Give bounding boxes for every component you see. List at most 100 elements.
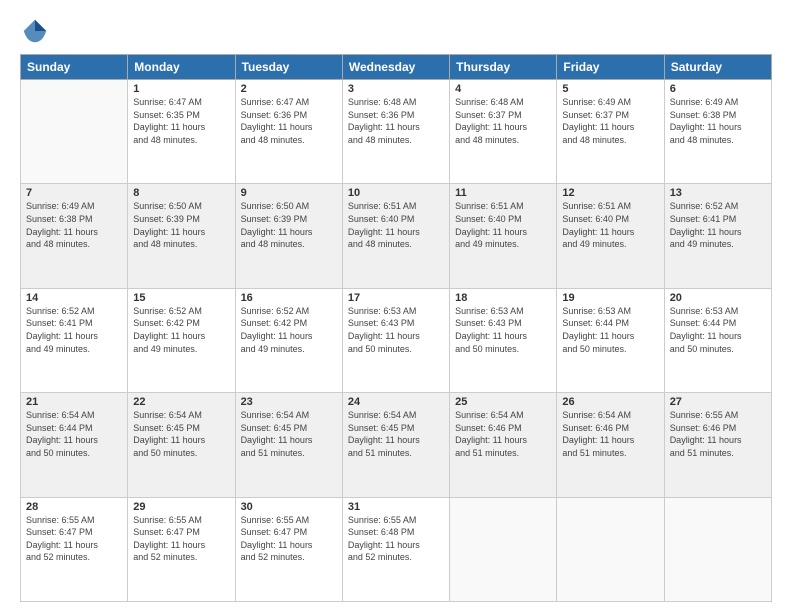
day-number: 28 [26,501,122,513]
calendar-cell: 21Sunrise: 6:54 AMSunset: 6:44 PMDayligh… [21,393,128,497]
calendar-cell: 28Sunrise: 6:55 AMSunset: 6:47 PMDayligh… [21,497,128,601]
day-detail: Sunrise: 6:54 AMSunset: 6:46 PMDaylight:… [562,409,658,459]
day-detail: Sunrise: 6:53 AMSunset: 6:43 PMDaylight:… [348,305,444,355]
day-detail: Sunrise: 6:50 AMSunset: 6:39 PMDaylight:… [241,200,337,250]
day-detail: Sunrise: 6:49 AMSunset: 6:38 PMDaylight:… [26,200,122,250]
calendar-cell: 25Sunrise: 6:54 AMSunset: 6:46 PMDayligh… [450,393,557,497]
day-number: 27 [670,396,766,408]
calendar-cell: 15Sunrise: 6:52 AMSunset: 6:42 PMDayligh… [128,288,235,392]
calendar-cell: 31Sunrise: 6:55 AMSunset: 6:48 PMDayligh… [342,497,449,601]
day-detail: Sunrise: 6:55 AMSunset: 6:46 PMDaylight:… [670,409,766,459]
day-number: 29 [133,501,229,513]
logo-icon [20,16,50,46]
day-detail: Sunrise: 6:51 AMSunset: 6:40 PMDaylight:… [455,200,551,250]
day-number: 5 [562,83,658,95]
day-number: 22 [133,396,229,408]
calendar-cell: 6Sunrise: 6:49 AMSunset: 6:38 PMDaylight… [664,80,771,184]
weekday-header-thursday: Thursday [450,55,557,80]
calendar-row-0: 1Sunrise: 6:47 AMSunset: 6:35 PMDaylight… [21,80,772,184]
calendar-cell: 23Sunrise: 6:54 AMSunset: 6:45 PMDayligh… [235,393,342,497]
day-detail: Sunrise: 6:52 AMSunset: 6:42 PMDaylight:… [241,305,337,355]
day-number: 16 [241,292,337,304]
calendar-cell: 9Sunrise: 6:50 AMSunset: 6:39 PMDaylight… [235,184,342,288]
day-number: 23 [241,396,337,408]
calendar-cell: 20Sunrise: 6:53 AMSunset: 6:44 PMDayligh… [664,288,771,392]
day-number: 10 [348,187,444,199]
calendar-cell: 27Sunrise: 6:55 AMSunset: 6:46 PMDayligh… [664,393,771,497]
day-number: 2 [241,83,337,95]
calendar-cell: 3Sunrise: 6:48 AMSunset: 6:36 PMDaylight… [342,80,449,184]
day-number: 6 [670,83,766,95]
day-number: 21 [26,396,122,408]
day-detail: Sunrise: 6:49 AMSunset: 6:38 PMDaylight:… [670,96,766,146]
day-number: 19 [562,292,658,304]
day-number: 1 [133,83,229,95]
day-number: 25 [455,396,551,408]
day-number: 8 [133,187,229,199]
day-detail: Sunrise: 6:53 AMSunset: 6:43 PMDaylight:… [455,305,551,355]
day-detail: Sunrise: 6:54 AMSunset: 6:45 PMDaylight:… [348,409,444,459]
weekday-header-row: SundayMondayTuesdayWednesdayThursdayFrid… [21,55,772,80]
weekday-header-monday: Monday [128,55,235,80]
day-detail: Sunrise: 6:51 AMSunset: 6:40 PMDaylight:… [348,200,444,250]
calendar-cell: 8Sunrise: 6:50 AMSunset: 6:39 PMDaylight… [128,184,235,288]
calendar-cell [557,497,664,601]
calendar-cell: 30Sunrise: 6:55 AMSunset: 6:47 PMDayligh… [235,497,342,601]
calendar-cell: 18Sunrise: 6:53 AMSunset: 6:43 PMDayligh… [450,288,557,392]
weekday-header-wednesday: Wednesday [342,55,449,80]
calendar-cell: 12Sunrise: 6:51 AMSunset: 6:40 PMDayligh… [557,184,664,288]
day-number: 11 [455,187,551,199]
calendar-cell: 10Sunrise: 6:51 AMSunset: 6:40 PMDayligh… [342,184,449,288]
day-number: 3 [348,83,444,95]
calendar-cell [450,497,557,601]
calendar-cell: 17Sunrise: 6:53 AMSunset: 6:43 PMDayligh… [342,288,449,392]
header [20,16,772,46]
day-number: 17 [348,292,444,304]
day-detail: Sunrise: 6:47 AMSunset: 6:35 PMDaylight:… [133,96,229,146]
day-number: 20 [670,292,766,304]
day-detail: Sunrise: 6:51 AMSunset: 6:40 PMDaylight:… [562,200,658,250]
weekday-header-friday: Friday [557,55,664,80]
day-detail: Sunrise: 6:52 AMSunset: 6:42 PMDaylight:… [133,305,229,355]
calendar-cell: 1Sunrise: 6:47 AMSunset: 6:35 PMDaylight… [128,80,235,184]
day-number: 13 [670,187,766,199]
day-detail: Sunrise: 6:54 AMSunset: 6:45 PMDaylight:… [241,409,337,459]
calendar-row-2: 14Sunrise: 6:52 AMSunset: 6:41 PMDayligh… [21,288,772,392]
day-detail: Sunrise: 6:55 AMSunset: 6:47 PMDaylight:… [133,514,229,564]
day-number: 30 [241,501,337,513]
day-number: 7 [26,187,122,199]
day-number: 24 [348,396,444,408]
day-number: 14 [26,292,122,304]
calendar-cell: 19Sunrise: 6:53 AMSunset: 6:44 PMDayligh… [557,288,664,392]
calendar-cell [664,497,771,601]
calendar-cell: 24Sunrise: 6:54 AMSunset: 6:45 PMDayligh… [342,393,449,497]
page: SundayMondayTuesdayWednesdayThursdayFrid… [0,0,792,612]
calendar-cell: 11Sunrise: 6:51 AMSunset: 6:40 PMDayligh… [450,184,557,288]
day-detail: Sunrise: 6:53 AMSunset: 6:44 PMDaylight:… [670,305,766,355]
day-detail: Sunrise: 6:53 AMSunset: 6:44 PMDaylight:… [562,305,658,355]
day-number: 12 [562,187,658,199]
day-detail: Sunrise: 6:52 AMSunset: 6:41 PMDaylight:… [26,305,122,355]
day-detail: Sunrise: 6:55 AMSunset: 6:47 PMDaylight:… [26,514,122,564]
day-detail: Sunrise: 6:50 AMSunset: 6:39 PMDaylight:… [133,200,229,250]
day-number: 4 [455,83,551,95]
calendar-cell [21,80,128,184]
day-number: 18 [455,292,551,304]
day-number: 15 [133,292,229,304]
day-detail: Sunrise: 6:54 AMSunset: 6:46 PMDaylight:… [455,409,551,459]
calendar-cell: 2Sunrise: 6:47 AMSunset: 6:36 PMDaylight… [235,80,342,184]
calendar-cell: 26Sunrise: 6:54 AMSunset: 6:46 PMDayligh… [557,393,664,497]
calendar-cell: 7Sunrise: 6:49 AMSunset: 6:38 PMDaylight… [21,184,128,288]
day-number: 26 [562,396,658,408]
calendar-cell: 4Sunrise: 6:48 AMSunset: 6:37 PMDaylight… [450,80,557,184]
weekday-header-tuesday: Tuesday [235,55,342,80]
calendar-row-4: 28Sunrise: 6:55 AMSunset: 6:47 PMDayligh… [21,497,772,601]
logo [20,16,54,46]
weekday-header-sunday: Sunday [21,55,128,80]
day-number: 31 [348,501,444,513]
day-detail: Sunrise: 6:49 AMSunset: 6:37 PMDaylight:… [562,96,658,146]
calendar-cell: 13Sunrise: 6:52 AMSunset: 6:41 PMDayligh… [664,184,771,288]
calendar-cell: 5Sunrise: 6:49 AMSunset: 6:37 PMDaylight… [557,80,664,184]
calendar-cell: 22Sunrise: 6:54 AMSunset: 6:45 PMDayligh… [128,393,235,497]
day-detail: Sunrise: 6:47 AMSunset: 6:36 PMDaylight:… [241,96,337,146]
